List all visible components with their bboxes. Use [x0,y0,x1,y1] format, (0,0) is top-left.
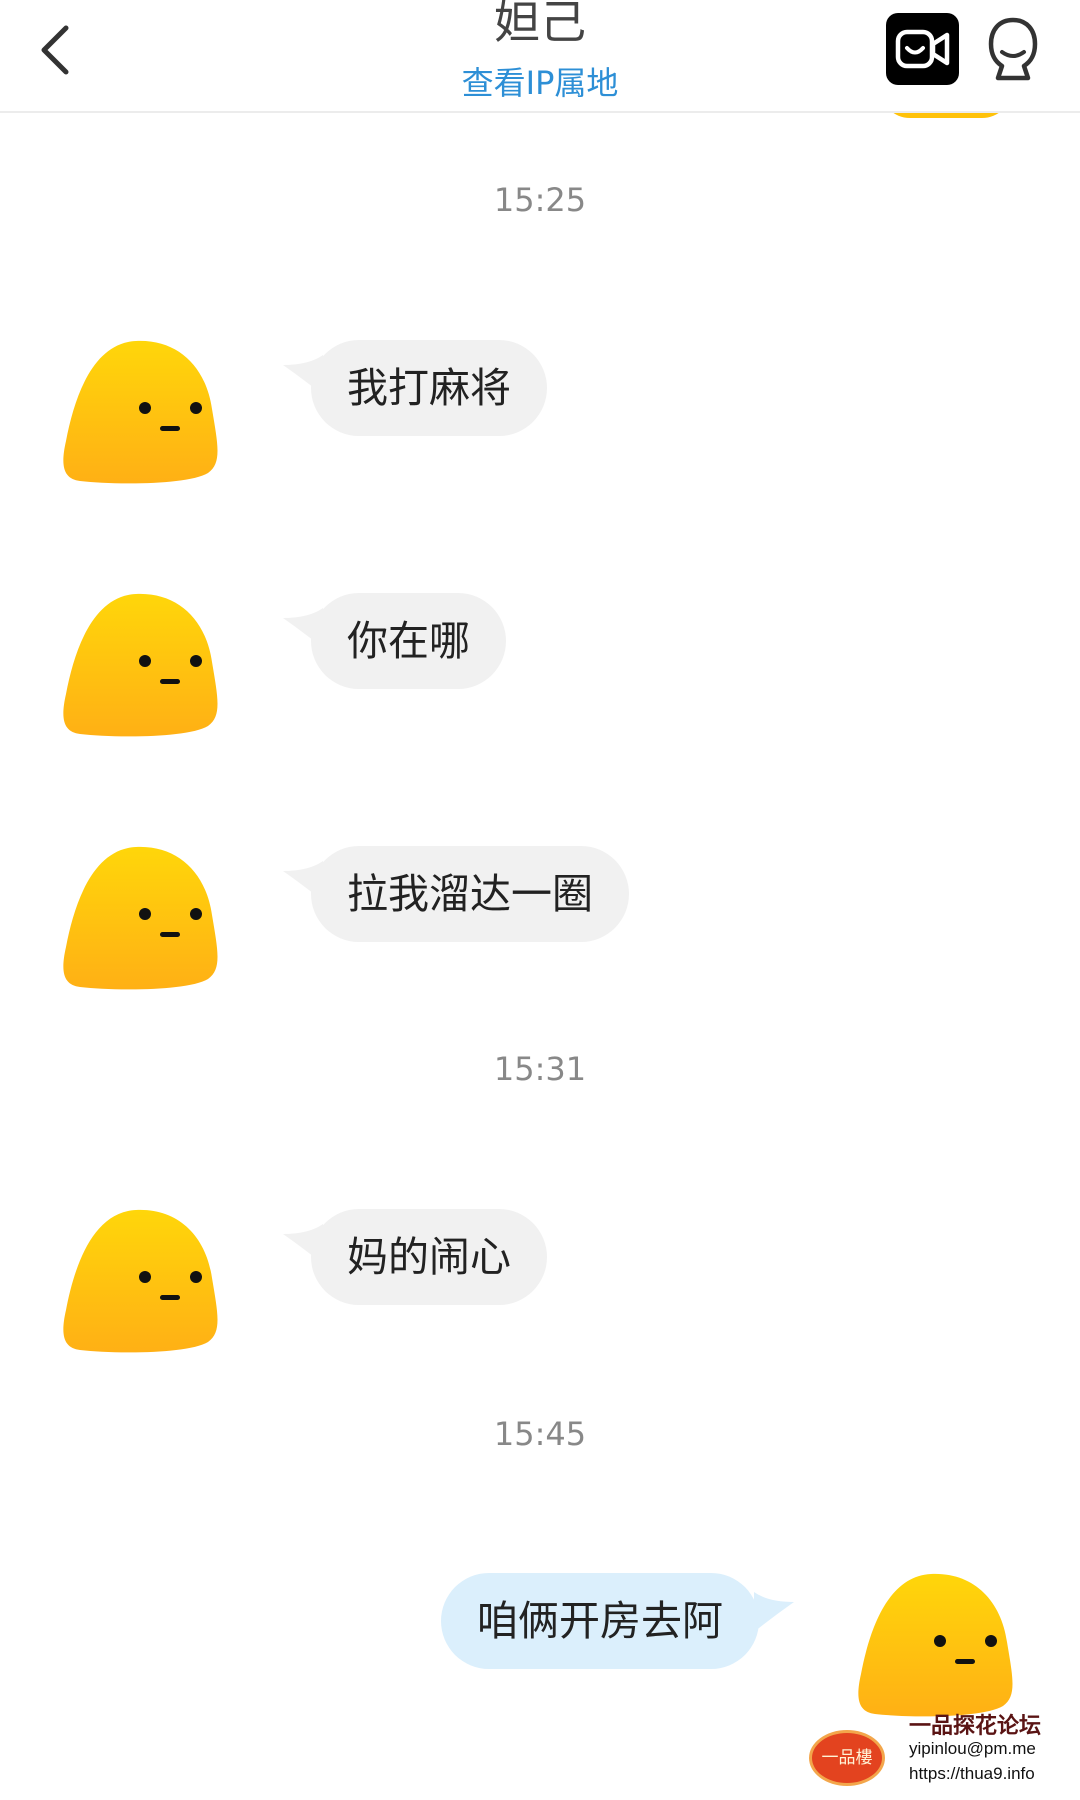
bubble-tail [754,1592,794,1632]
watermark-email: yipinlou@pm.me [909,1739,1036,1758]
incoming-message-bubble[interactable]: 我打麻将 [311,340,547,436]
watermark-logo: 一品樓 [809,1730,885,1786]
timestamp: 15:25 [493,181,587,219]
person-icon [988,17,1038,81]
watermark: 一品樓 一品探花论坛 yipinlou@pm.me https://thua9.… [805,1708,1065,1800]
incoming-message-bubble[interactable]: 妈的闹心 [311,1209,547,1305]
contact-avatar[interactable] [62,1206,222,1366]
outgoing-message-bubble[interactable]: 咱俩开房去阿 [441,1573,759,1669]
watermark-title: 一品探花论坛 [909,1714,1042,1739]
contact-avatar[interactable] [62,590,222,750]
video-camera-icon [895,29,950,69]
video-call-button[interactable] [886,13,959,85]
chat-header: 妲己 查看IP属地 [0,0,1080,113]
profile-button[interactable] [986,16,1040,82]
incoming-message-bubble[interactable]: 拉我溜达一圈 [311,846,629,942]
own-avatar[interactable] [857,1570,1017,1730]
incoming-message-bubble[interactable]: 你在哪 [311,593,506,689]
contact-avatar[interactable] [62,337,222,497]
watermark-url: https://thua9.info [909,1764,1035,1783]
contact-avatar[interactable] [62,843,222,1003]
timestamp: 15:31 [493,1050,587,1088]
timestamp: 15:45 [493,1415,587,1453]
